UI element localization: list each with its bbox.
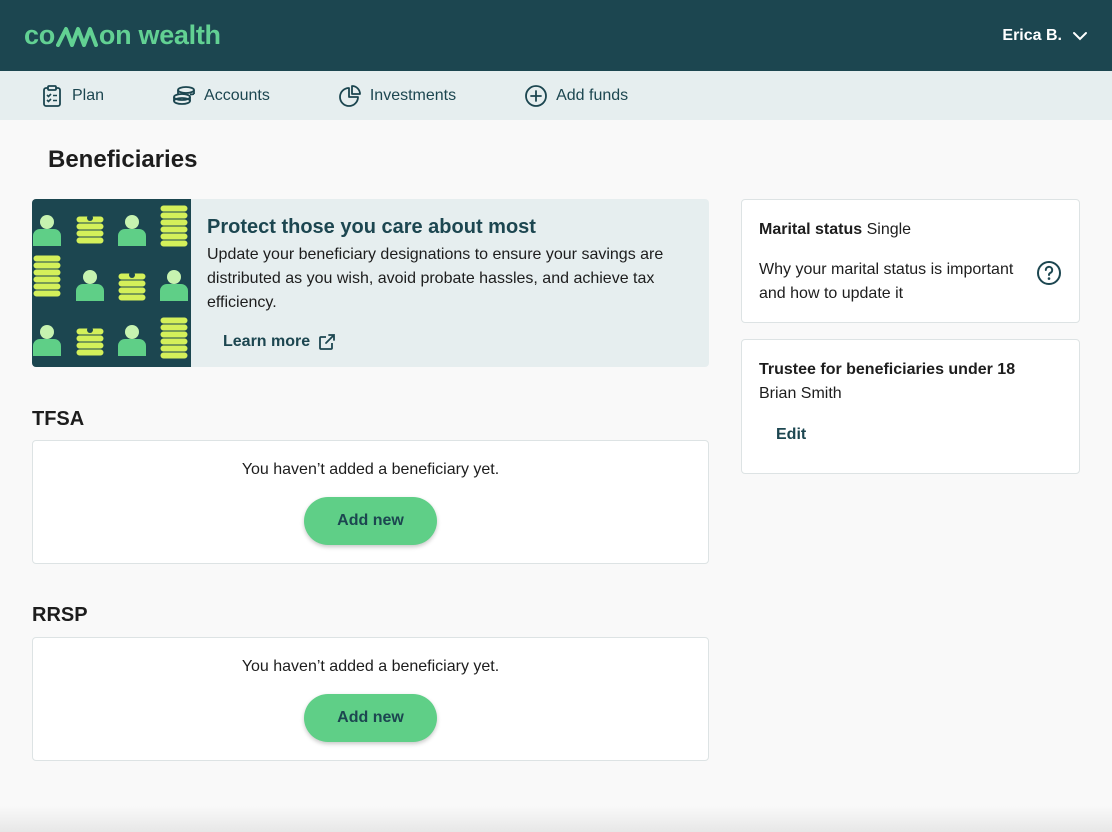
question-circle-icon[interactable] xyxy=(1036,260,1062,286)
nav-item-add-funds[interactable]: Add funds xyxy=(524,84,628,108)
nav-item-label: Plan xyxy=(72,86,105,104)
nav-item-plan[interactable]: Plan xyxy=(40,84,104,108)
marital-help-text: Why your marital status is important and… xyxy=(759,261,1014,302)
promo-banner: Protect those you care about most Update… xyxy=(32,199,709,367)
clipboard-icon xyxy=(43,84,61,107)
nav-item-accounts[interactable]: Accounts xyxy=(172,84,270,108)
marital-status-label: Marital status xyxy=(759,221,863,238)
nav-item-label: Investments xyxy=(369,86,457,104)
chevron-down-icon xyxy=(1073,31,1087,40)
page-title: Beneficiaries xyxy=(48,146,198,173)
trustee-edit-link[interactable]: Edit xyxy=(776,426,806,444)
window-bottom-edge xyxy=(0,806,1112,832)
learn-more-link[interactable]: Learn more xyxy=(223,333,336,351)
external-link-icon xyxy=(319,334,336,350)
pie-chart-icon xyxy=(338,84,361,107)
marital-status-line: Marital status Single xyxy=(759,218,1062,242)
common-wealth-logo[interactable]: co on wealth xyxy=(24,20,221,51)
rrsp-add-new-button[interactable]: Add new xyxy=(304,694,437,742)
promo-title: Protect those you care about most xyxy=(207,216,536,238)
empty-state-text: You haven’t added a beneficiary yet. xyxy=(241,461,500,478)
main-nav: Plan Accounts Investments Add funds xyxy=(0,71,1112,120)
rrsp-beneficiary-card: You haven’t added a beneficiary yet. Add… xyxy=(32,637,709,761)
tfsa-add-new-button[interactable]: Add new xyxy=(304,497,437,545)
logo-wave-mark xyxy=(55,25,98,47)
logo-text-end: on wealth xyxy=(98,20,221,50)
rrsp-section-title: RRSP xyxy=(32,604,88,626)
learn-more-label: Learn more xyxy=(223,333,311,350)
promo-text: Update your beneficiary designations to … xyxy=(207,246,664,311)
trustee-name: Brian Smith xyxy=(759,385,842,402)
trustee-label: Trustee for beneficiaries under 18 xyxy=(759,361,1016,378)
user-menu[interactable]: Erica B. xyxy=(1002,27,1088,45)
marital-status-card: Marital status Single Why your marital s… xyxy=(741,199,1080,323)
marital-help-row: Why your marital status is important and… xyxy=(759,258,1062,306)
marital-status-value: Single xyxy=(866,221,912,238)
plus-circle-icon xyxy=(525,84,548,107)
user-name: Erica B. xyxy=(1002,26,1062,44)
tfsa-beneficiary-card: You haven’t added a beneficiary yet. Add… xyxy=(32,440,709,564)
tfsa-section-title: TFSA xyxy=(32,408,85,430)
logo-text-start: co xyxy=(24,20,55,50)
nav-item-label: Add funds xyxy=(556,86,629,104)
coin-stack-icon xyxy=(173,85,195,105)
promo-content: Protect those you care about most Update… xyxy=(191,199,709,367)
empty-state-text: You haven’t added a beneficiary yet. xyxy=(241,658,500,675)
trustee-card: Trustee for beneficiaries under 18 Brian… xyxy=(741,339,1080,474)
beneficiary-illustration xyxy=(32,199,191,367)
nav-item-investments[interactable]: Investments xyxy=(338,84,456,108)
top-header: co on wealth Erica B. xyxy=(0,0,1112,71)
nav-item-label: Accounts xyxy=(204,86,270,104)
